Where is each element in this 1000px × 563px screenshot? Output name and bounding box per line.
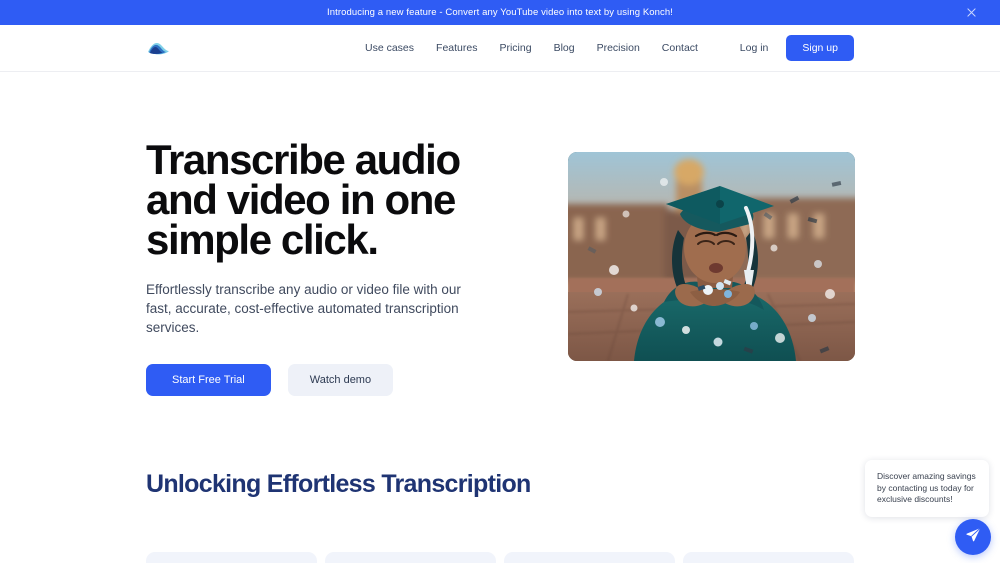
hero-copy: Transcribe audio and video in one simple… bbox=[146, 140, 546, 396]
header-actions: Log in Sign up bbox=[740, 35, 854, 61]
send-plane-icon bbox=[965, 526, 982, 548]
chat-promo-tooltip[interactable]: Discover amazing savings by contacting u… bbox=[865, 460, 989, 517]
primary-navigation: Use cases Features Pricing Blog Precisio… bbox=[365, 42, 698, 54]
feature-card[interactable] bbox=[504, 552, 675, 563]
feature-card[interactable] bbox=[325, 552, 496, 563]
nav-item-contact[interactable]: Contact bbox=[662, 42, 698, 54]
nav-item-precision[interactable]: Precision bbox=[597, 42, 640, 54]
page-title: Transcribe audio and video in one simple… bbox=[146, 140, 546, 260]
announcement-banner: Introducing a new feature - Convert any … bbox=[0, 0, 1000, 25]
nav-item-features[interactable]: Features bbox=[436, 42, 477, 54]
site-header: Use cases Features Pricing Blog Precisio… bbox=[0, 25, 1000, 72]
signup-button[interactable]: Sign up bbox=[786, 35, 854, 61]
close-icon[interactable] bbox=[964, 6, 978, 20]
chat-launcher-button[interactable] bbox=[955, 519, 991, 555]
watch-demo-button[interactable]: Watch demo bbox=[288, 364, 393, 396]
feature-card-list bbox=[146, 552, 854, 563]
nav-item-use-cases[interactable]: Use cases bbox=[365, 42, 414, 54]
chat-promo-text: Discover amazing savings by contacting u… bbox=[877, 471, 977, 506]
hero-title-line-3: simple click. bbox=[146, 216, 378, 263]
login-link[interactable]: Log in bbox=[740, 42, 769, 54]
feature-card[interactable] bbox=[146, 552, 317, 563]
nav-item-pricing[interactable]: Pricing bbox=[499, 42, 531, 54]
nav-item-blog[interactable]: Blog bbox=[554, 42, 575, 54]
hero-section: Transcribe audio and video in one simple… bbox=[0, 72, 1000, 412]
announcement-text: Introducing a new feature - Convert any … bbox=[327, 7, 673, 18]
hero-image bbox=[568, 152, 855, 361]
feature-card[interactable] bbox=[683, 552, 854, 563]
konch-logo-icon[interactable] bbox=[146, 39, 172, 57]
hero-subtitle: Effortlessly transcribe any audio or vid… bbox=[146, 280, 476, 337]
start-free-trial-button[interactable]: Start Free Trial bbox=[146, 364, 271, 396]
section-title: Unlocking Effortless Transcription bbox=[146, 470, 531, 499]
hero-cta-group: Start Free Trial Watch demo bbox=[146, 364, 546, 396]
